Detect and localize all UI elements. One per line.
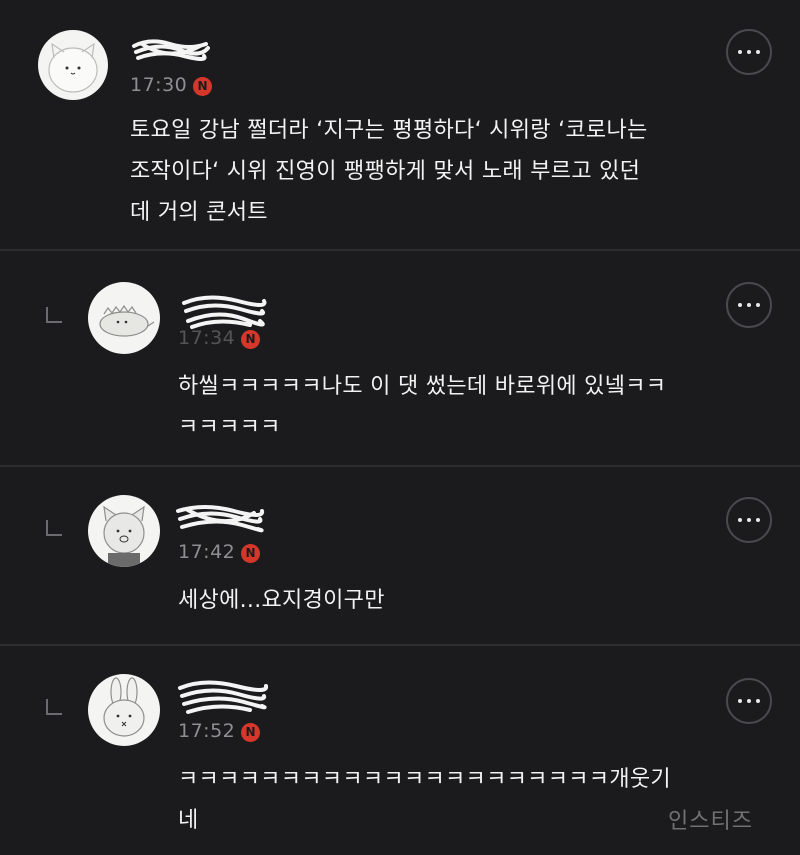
- bear-avatar-icon: [103, 505, 145, 567]
- comment-text: 토요일 강남 쩔더라 ‘지구는 평평하다‘ 시위랑 ‘코로나는 조작이다‘ 시위…: [130, 118, 648, 225]
- more-options-button[interactable]: [726, 497, 772, 543]
- comment-item: 17:30 N 토요일 강남 쩔더라 ‘지구는 평평하다‘ 시위랑 ‘코로나는 …: [0, 0, 800, 250]
- more-dots-icon: [738, 303, 742, 307]
- avatar[interactable]: [88, 495, 160, 567]
- comment-time: 17:52: [178, 720, 236, 742]
- cat-face-avatar-icon: [48, 42, 98, 93]
- reply-arrow-icon: [46, 520, 62, 536]
- comment-text: ㅋㅋㅋㅋㅋㅋㅋㅋㅋㅋㅋㅋㅋㅋㅋㅋㅋㅋㅋㅋㅋ개웃기 네: [178, 767, 671, 833]
- redacted-username: [176, 505, 265, 533]
- avatar[interactable]: [38, 30, 108, 100]
- reply-arrow-icon: [46, 307, 62, 323]
- comment-text: 세상에...요지경이구만: [178, 588, 385, 613]
- rabbit-avatar-icon: [103, 677, 145, 737]
- redacted-username: [178, 680, 269, 714]
- more-options-button[interactable]: [726, 678, 772, 724]
- reply-arrow-icon: [46, 699, 62, 715]
- more-dots-icon: [738, 50, 742, 54]
- more-dots-icon: [738, 699, 742, 703]
- comment-time: 17:42: [178, 541, 236, 563]
- site-watermark: 인스티즈: [668, 809, 753, 834]
- avatar[interactable]: [88, 674, 160, 746]
- more-dots-icon: [738, 518, 742, 522]
- new-badge: N: [241, 544, 260, 563]
- dinosaur-avatar-icon: [99, 304, 155, 337]
- redacted-username: [132, 39, 210, 61]
- avatar[interactable]: [88, 282, 160, 354]
- more-options-button[interactable]: [726, 29, 772, 75]
- new-badge: N: [193, 77, 212, 96]
- more-options-button[interactable]: [726, 282, 772, 328]
- comment-time: 17:34: [178, 327, 236, 349]
- comment-time: 17:30: [130, 74, 188, 96]
- new-badge: N: [241, 330, 260, 349]
- comment-text: 하씰ㅋㅋㅋㅋㅋ나도 이 댓 썼는데 바로위에 있넼ㅋㅋ ㅋㅋㅋㅋㅋ: [178, 374, 667, 440]
- new-badge: N: [241, 723, 260, 742]
- reply-item: 17:34 N 하씰ㅋㅋㅋㅋㅋ나도 이 댓 썼는데 바로위에 있넼ㅋㅋ ㅋㅋㅋㅋ…: [0, 251, 800, 466]
- reply-item: 17:42 N 세상에...요지경이구만: [0, 467, 800, 645]
